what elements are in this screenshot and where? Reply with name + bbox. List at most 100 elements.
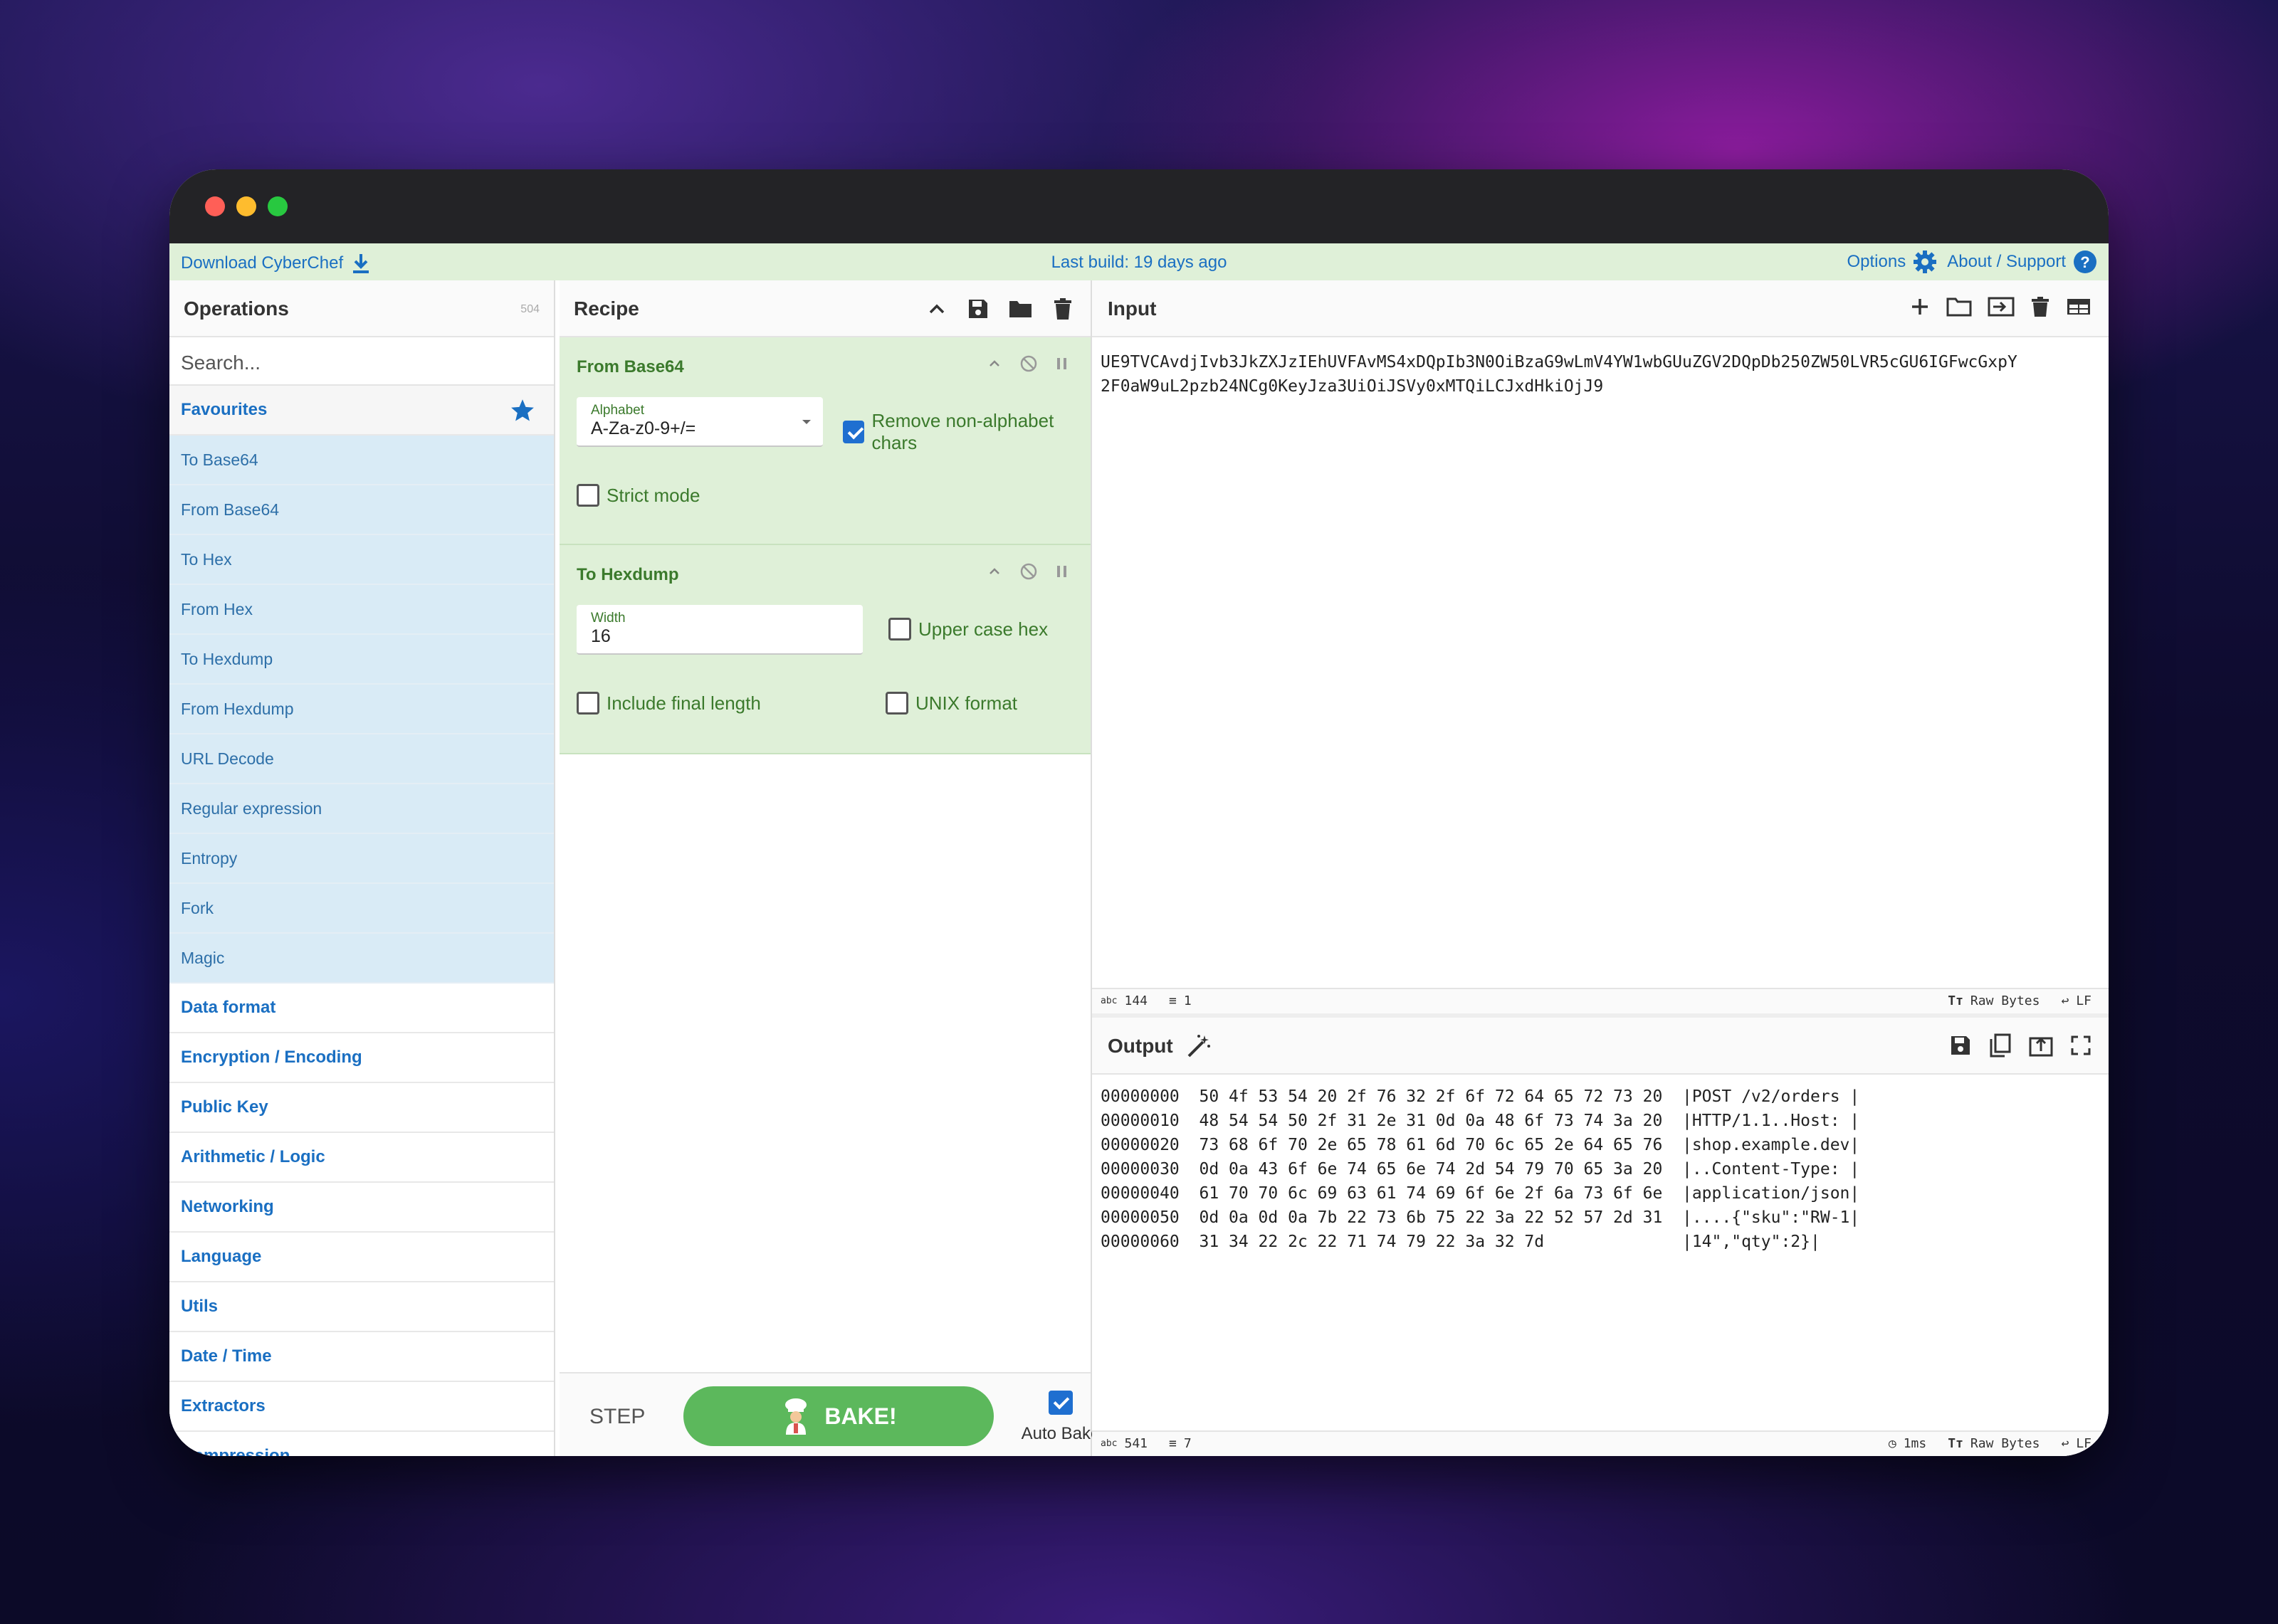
output-header: Output [1092,1018,2109,1075]
maximize-window-button[interactable] [268,196,288,216]
operation-category[interactable]: Encryption / Encoding [169,1033,554,1083]
save-icon[interactable] [1949,1034,1972,1057]
operations-header: Operations 504 [169,280,554,337]
operation-category[interactable]: Public Key [169,1083,554,1133]
operation-category[interactable]: Compression [169,1432,554,1456]
layout-icon[interactable] [2066,296,2091,317]
recipe-header: Recipe [560,280,1091,337]
about-link[interactable]: About / Support ? [1947,250,2097,274]
input-encoding-value: Raw Bytes [1970,993,2040,1008]
unix-format-label: UNIX format [915,692,1018,714]
favourite-operation[interactable]: URL Decode [169,734,554,784]
close-window-button[interactable] [205,196,225,216]
favourite-operation[interactable]: From Base64 [169,485,554,535]
checkbox-checked[interactable] [1049,1391,1073,1415]
input-textarea[interactable]: UE9TVCAvdjIvb3JkZXJzIEhUVFAvMS4xDQpIb3N0… [1101,350,2017,399]
operation-category[interactable]: Extractors [169,1382,554,1432]
output-title: Output [1108,1035,1173,1057]
search-input[interactable]: Search... [169,337,554,386]
minimize-window-button[interactable] [236,196,256,216]
input-encoding[interactable]: Tт Raw Bytes [1948,993,2040,1008]
copy-icon[interactable] [1989,1033,2012,1058]
strict-mode-checkbox[interactable]: Strict mode [577,484,700,507]
save-icon[interactable] [967,297,990,320]
remove-non-alphabet-label: Remove non-alphabet chars [871,410,1054,453]
checkbox-checked[interactable] [843,421,865,443]
width-input[interactable]: Width 16 [577,605,863,655]
width-label: Width [591,611,626,626]
step-button[interactable]: STEP [589,1405,645,1429]
pause-icon[interactable] [1055,356,1069,371]
auto-bake-checkbox[interactable]: Auto Bake [1018,1391,1103,1444]
remove-non-alphabet-checkbox[interactable]: Remove non-alphabet chars [843,410,1091,454]
bake-time-value: 1ms [1903,1436,1927,1451]
bake-button[interactable]: BAKE! [683,1386,994,1446]
favourite-operation[interactable]: To Hex [169,535,554,585]
favourite-operation[interactable]: Entropy [169,834,554,884]
trash-icon[interactable] [2030,296,2050,317]
disable-icon[interactable] [1019,562,1038,581]
to-hexdump-operation[interactable]: To Hexdump Width 16 Upper case hex Inclu… [560,545,1091,754]
magic-wand-icon[interactable] [1185,1033,1212,1060]
chevron-up-icon[interactable] [987,564,1002,579]
operation-category[interactable]: Arithmetic / Logic [169,1133,554,1183]
favourite-operation[interactable]: To Hexdump [169,635,554,685]
dropdown-caret-icon[interactable] [802,418,812,426]
disable-icon[interactable] [1019,354,1038,373]
checkbox-unchecked[interactable] [577,484,599,507]
star-icon[interactable] [510,398,535,423]
from-base64-operation[interactable]: From Base64 Alphabet A-Za-z0-9+/= Remove… [560,337,1091,545]
include-final-length-checkbox[interactable]: Include final length [577,692,761,715]
favourite-operation[interactable]: To Base64 [169,436,554,485]
output-eol[interactable]: ↩ LF [2061,1436,2091,1451]
operations-title: Operations [184,297,289,320]
favourite-operation[interactable]: From Hex [169,585,554,635]
favourite-operation[interactable]: Regular expression [169,784,554,834]
alphabet-select[interactable]: Alphabet A-Za-z0-9+/= [577,397,823,447]
input-lines-value: 1 [1183,993,1192,1008]
abc-icon: abc [1101,1438,1118,1449]
alphabet-value: A-Za-z0-9+/= [591,418,696,438]
output-length-value: 541 [1124,1436,1148,1451]
bake-label: BAKE! [824,1403,897,1429]
gear-icon[interactable] [1913,250,1937,274]
folder-icon[interactable] [1946,296,1972,317]
favourites-category[interactable]: Favourites [169,386,554,436]
to-hexdump-title: To Hexdump [577,565,679,584]
unix-format-checkbox[interactable]: UNIX format [886,692,1017,715]
about-label[interactable]: About / Support [1947,252,2066,272]
pause-icon[interactable] [1055,564,1069,579]
operation-category[interactable]: Networking [169,1183,554,1233]
output-encoding[interactable]: Tт Raw Bytes [1948,1436,2040,1451]
favourite-operation[interactable]: From Hexdump [169,685,554,734]
trash-icon[interactable] [1052,297,1074,320]
plus-icon[interactable] [1909,296,1931,317]
clock-icon: ◷ [1888,1436,1896,1451]
options-label[interactable]: Options [1847,252,1906,272]
maximize-icon[interactable] [2070,1035,2091,1056]
operation-category[interactable]: Language [169,1233,554,1282]
chevron-up-icon[interactable] [987,356,1002,371]
chevron-up-icon[interactable] [925,297,948,320]
input-eol[interactable]: ↩ LF [2061,993,2091,1008]
favourite-operation[interactable]: Magic [169,934,554,984]
output-length: abc 541 [1101,1436,1148,1451]
help-icon[interactable]: ? [2073,250,2097,274]
folder-icon[interactable] [1008,297,1034,320]
favourite-operation[interactable]: Fork [169,884,554,934]
checkbox-unchecked[interactable] [577,692,599,715]
checkbox-unchecked[interactable] [886,692,908,715]
abc-icon: abc [1101,996,1118,1006]
operation-category[interactable]: Date / Time [169,1332,554,1382]
replace-input-icon[interactable] [2029,1034,2053,1057]
checkbox-unchecked[interactable] [888,618,911,640]
input-header: Input [1092,280,2109,337]
input-title: Input [1108,297,1157,320]
operation-category[interactable]: Utils [169,1282,554,1332]
upper-case-hex-checkbox[interactable]: Upper case hex [888,618,1048,640]
output-lines-value: 7 [1183,1436,1192,1451]
operation-category[interactable]: Data format [169,984,554,1033]
load-file-icon[interactable] [1988,296,2015,317]
output-text[interactable]: 00000000 50 4f 53 54 20 2f 76 32 2f 6f 7… [1101,1085,1859,1254]
options-link[interactable]: Options [1847,250,1938,274]
